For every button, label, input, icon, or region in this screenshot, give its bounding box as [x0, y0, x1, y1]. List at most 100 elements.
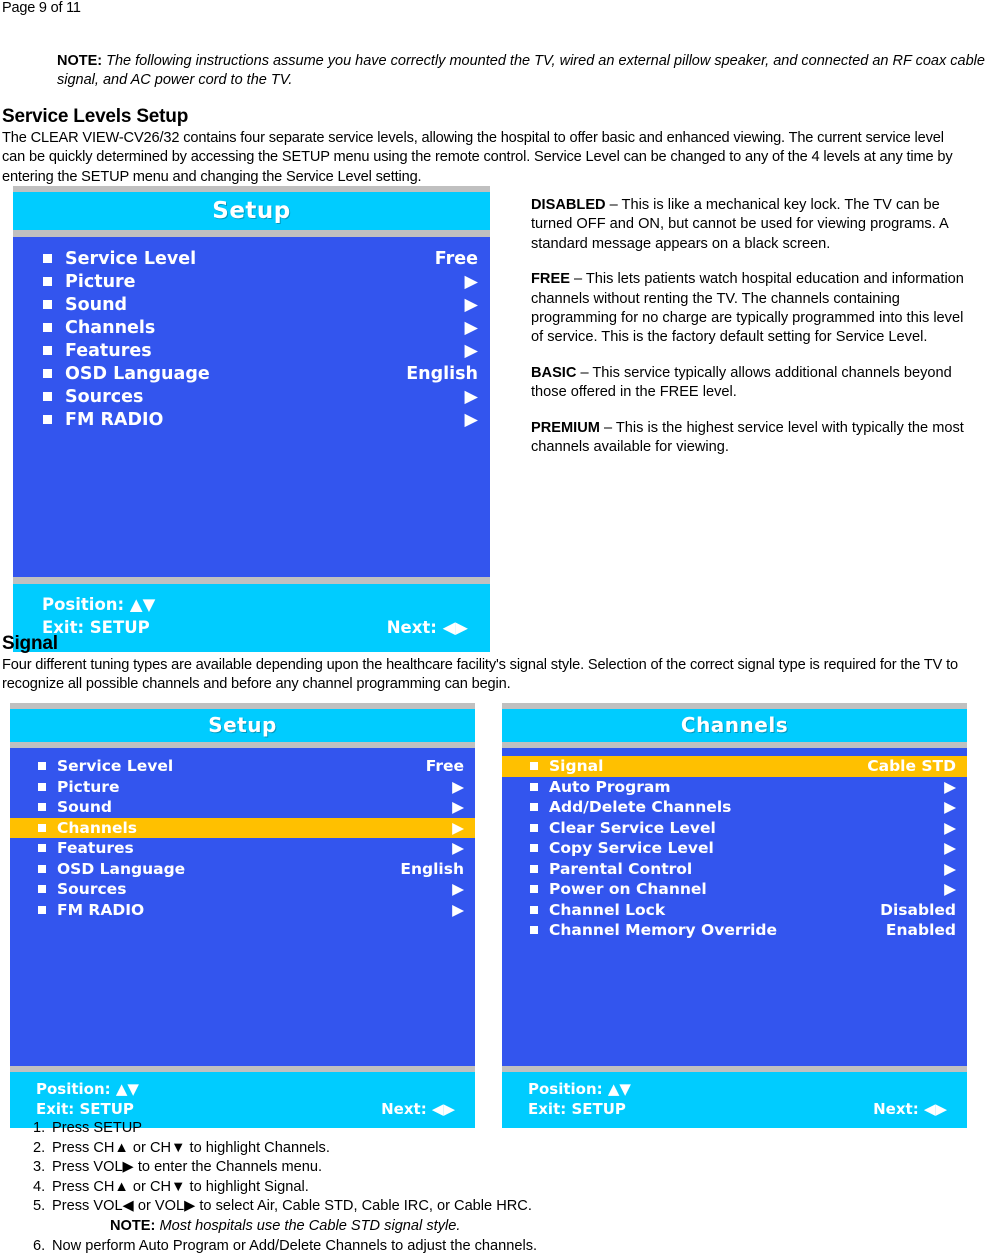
osd-menu-body: Service Level Free Picture ▶ Sound ▶ Cha… [10, 748, 475, 1066]
bullet-square-icon [530, 823, 538, 832]
menu-item-value: Free [425, 757, 464, 776]
menu-item-label: Channels [57, 818, 137, 837]
menu-item-row[interactable]: OSD Language English [13, 362, 490, 385]
osd-channels-menu[interactable]: Channels Signal Cable STD Auto Program ▶… [502, 703, 967, 1128]
submenu-arrow-icon: ▶ [452, 880, 464, 899]
menu-item-value: Free [434, 248, 478, 269]
menu-item-row[interactable]: Sound ▶ [10, 797, 475, 818]
menu-item-row[interactable]: Parental Control ▶ [502, 859, 967, 880]
step-text: Now perform Auto Program or Add/Delete C… [52, 1237, 538, 1254]
step-text: Press VOL▶ to enter the Channels menu. [52, 1159, 322, 1176]
submenu-arrow-icon: ▶ [944, 839, 956, 858]
description-text: – This lets patients watch hospital educ… [531, 271, 964, 346]
menu-item-row[interactable]: Channels ▶ [13, 316, 490, 339]
step-number: 5. [33, 1198, 46, 1215]
menu-item-row[interactable]: Features ▶ [10, 838, 475, 859]
bullet-square-icon [38, 885, 46, 894]
osd-menu-body: Signal Cable STD Auto Program ▶ Add/Dele… [502, 748, 967, 1066]
bullet-square-icon [38, 803, 46, 812]
page-header: Page 9 of 11 [2, 0, 81, 16]
menu-item-row[interactable]: Picture ▶ [13, 270, 490, 293]
osd-setup-menu-channels-highlighted[interactable]: Setup Service Level Free Picture ▶ Sound… [10, 703, 475, 1128]
menu-item-row[interactable]: Channel Memory Override Enabled [502, 920, 967, 941]
menu-item-row[interactable]: Power on Channel ▶ [502, 879, 967, 900]
menu-item-row[interactable]: Add/Delete Channels ▶ [502, 797, 967, 818]
menu-item-row[interactable]: OSD Language English [10, 859, 475, 880]
menu-item-row[interactable]: Channels ▶ [10, 817, 475, 838]
menu-item-label: Features [65, 340, 152, 361]
submenu-arrow-icon: ▶ [944, 859, 956, 878]
menu-item-row[interactable]: Sources ▶ [13, 385, 490, 408]
list-item: 5. Press VOL◀ or VOL▶ to select Air, Cab… [0, 1197, 700, 1217]
menu-item-label: Channels [65, 317, 156, 338]
footer-exit-hint: Exit: SETUP [42, 618, 150, 637]
bullet-square-icon [530, 844, 538, 853]
menu-item-label: Sound [57, 798, 112, 817]
submenu-arrow-icon: ▶ [464, 409, 478, 430]
menu-item-row[interactable]: Channel Lock Disabled [502, 900, 967, 921]
submenu-arrow-icon: ▶ [944, 798, 956, 817]
step-note: NOTE: Most hospitals use the Cable STD s… [0, 1217, 700, 1237]
menu-item-label: Sources [65, 386, 144, 407]
bullet-square-icon [38, 864, 46, 873]
osd-setup-menu-service-level[interactable]: Setup Service Level Free Picture ▶ Sound… [13, 186, 490, 652]
menu-item-row[interactable]: Auto Program ▶ [502, 777, 967, 798]
menu-item-label: FM RADIO [57, 900, 145, 919]
menu-item-label: FM RADIO [65, 409, 164, 430]
step-number: 1. [33, 1120, 46, 1136]
osd-menu-body: Service Level Free Picture ▶ Sound ▶ Cha… [13, 237, 490, 577]
description-disabled: DISABLED – This is like a mechanical key… [531, 196, 979, 254]
description-free: FREE – This lets patients watch hospital… [531, 270, 979, 348]
menu-item-row[interactable]: FM RADIO ▶ [10, 900, 475, 921]
note-label: NOTE: [57, 53, 103, 69]
osd-footer-bar: Position: ▲▼ Exit: SETUP Next: ◀▶ [13, 584, 490, 652]
bullet-square-icon [43, 346, 52, 355]
menu-item-label: Picture [57, 777, 120, 796]
menu-item-row[interactable]: Features ▶ [13, 339, 490, 362]
bullet-square-icon [43, 277, 52, 286]
menu-item-value: Cable STD [867, 757, 956, 776]
footer-position-hint: Position: ▲▼ [36, 1080, 139, 1098]
bullet-square-icon [38, 823, 46, 832]
menu-item-label: OSD Language [57, 859, 186, 878]
menu-item-label: Service Level [57, 757, 174, 776]
bullet-square-icon [43, 300, 52, 309]
menu-item-row[interactable]: Clear Service Level ▶ [502, 818, 967, 839]
menu-item-row[interactable]: Sources ▶ [10, 879, 475, 900]
menu-item-label: Channel Memory Override [549, 921, 778, 940]
footer-position-hint: Position: ▲▼ [42, 595, 156, 614]
menu-item-row[interactable]: FM RADIO ▶ [13, 408, 490, 431]
description-term: BASIC [531, 364, 577, 381]
step-text: Press CH▲ or CH▼ to highlight Channels. [52, 1139, 330, 1156]
bullet-square-icon [530, 926, 538, 935]
bullet-square-icon [38, 762, 46, 771]
menu-item-value: English [406, 363, 478, 384]
heading-service-levels-setup: Service Levels Setup [2, 106, 189, 127]
step-text: Press CH▲ or CH▼ to highlight Signal. [52, 1178, 309, 1195]
submenu-arrow-icon: ▶ [464, 317, 478, 338]
instruction-steps-list: 1. Press SETUP 2. Press CH▲ or CH▼ to hi… [0, 1119, 700, 1256]
menu-item-row[interactable]: Service Level Free [13, 247, 490, 270]
menu-item-row[interactable]: Sound ▶ [13, 293, 490, 316]
submenu-arrow-icon: ▶ [452, 818, 464, 837]
bullet-square-icon [38, 905, 46, 914]
heading-signal: Signal [2, 633, 58, 654]
step-note-text: Most hospitals use the Cable STD signal … [159, 1217, 461, 1234]
list-item: 3. Press VOL▶ to enter the Channels menu… [0, 1158, 700, 1178]
submenu-arrow-icon: ▶ [944, 880, 956, 899]
menu-item-row[interactable]: Copy Service Level ▶ [502, 838, 967, 859]
step-text: Press VOL◀ or VOL▶ to select Air, Cable … [52, 1198, 532, 1215]
menu-item-row[interactable]: Signal Cable STD [502, 756, 967, 777]
menu-item-value: Enabled [885, 921, 956, 940]
bullet-square-icon [43, 369, 52, 378]
bullet-square-icon [43, 254, 52, 263]
menu-item-row[interactable]: Service Level Free [10, 756, 475, 777]
note-block: NOTE: The following instructions assume … [57, 52, 991, 89]
bullet-square-icon [38, 844, 46, 853]
menu-item-label: Channel Lock [549, 900, 666, 919]
footer-exit-hint: Exit: SETUP [36, 1100, 134, 1118]
paragraph-service-levels: The CLEAR VIEW-CV26/32 contains four sep… [2, 130, 953, 185]
submenu-arrow-icon: ▶ [944, 818, 956, 837]
note-text: The following instructions assume you ha… [57, 53, 985, 88]
menu-item-row[interactable]: Picture ▶ [10, 777, 475, 798]
